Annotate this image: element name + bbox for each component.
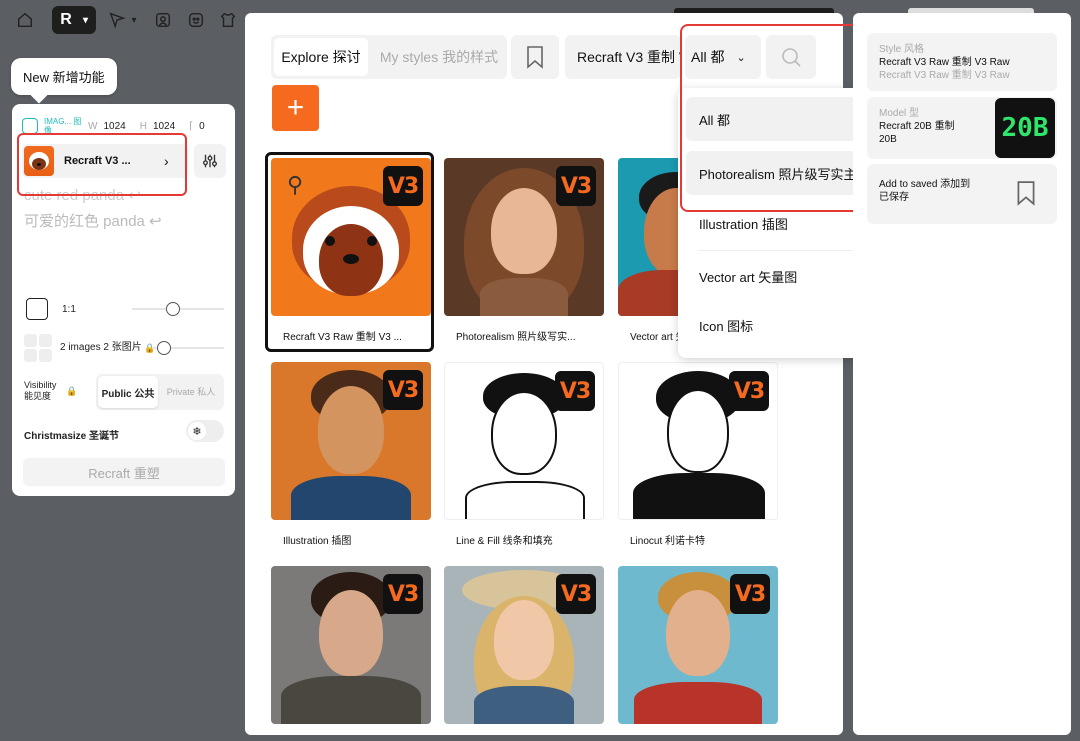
v3-badge: V3 xyxy=(556,574,596,614)
chevron-down-icon: ▾ xyxy=(83,14,89,26)
model-value: Recraft 20B 重制 20B xyxy=(879,121,955,145)
style-card[interactable]: V3 Line & Fill 线条和填充 xyxy=(444,362,604,547)
style-card-image: V3 xyxy=(271,362,431,520)
style-card[interactable]: V3 xyxy=(271,566,431,724)
divider xyxy=(698,250,868,251)
visibility-toggle: Public 公共 Private 私人 xyxy=(96,374,224,410)
cursor-icon[interactable] xyxy=(106,9,128,31)
style-details-panel: Style 风格 Recraft V3 Raw 重制 V3 Raw Recraf… xyxy=(853,13,1071,735)
home-icon[interactable] xyxy=(14,9,36,31)
v3-badge: V3 xyxy=(383,370,423,410)
tab-explore[interactable]: Explore 探讨 xyxy=(274,38,368,76)
height-label: H xyxy=(139,120,147,132)
model-20b-badge: 20B xyxy=(995,98,1055,158)
style-card[interactable]: V3 Illustration 插图 xyxy=(271,362,431,547)
style-value-secondary: Recraft V3 Raw 重制 V3 Raw xyxy=(879,70,1010,81)
style-card[interactable]: V3 Photorealism 照片级写实... xyxy=(444,158,604,343)
highlight-box xyxy=(17,133,187,196)
bookmark-icon xyxy=(1015,180,1037,210)
style-card-caption: Line & Fill 线条和填充 xyxy=(456,536,553,547)
plus-icon: + xyxy=(286,91,305,124)
style-tabs: Explore 探讨 My styles 我的样式 xyxy=(271,35,507,79)
chevron-down-icon[interactable]: ▾ xyxy=(127,9,141,31)
prompt-text-zh[interactable]: 可爱的红色 panda ↩ xyxy=(24,210,162,231)
tab-my-styles[interactable]: My styles 我的样式 xyxy=(375,38,503,76)
logo-menu-button[interactable]: R ▾ xyxy=(52,6,96,34)
image-icon xyxy=(22,118,38,134)
width-label: W xyxy=(88,120,98,132)
image-tool-icon[interactable] xyxy=(152,9,174,31)
style-card[interactable]: V3 xyxy=(618,566,778,724)
aspect-ratio-slider-knob[interactable] xyxy=(166,302,180,316)
image-count-slider-knob[interactable] xyxy=(157,341,171,355)
create-style-button[interactable]: + xyxy=(272,85,319,131)
christmasize-label: Christmasize 圣诞节 xyxy=(24,430,120,442)
selected-card-outline xyxy=(265,152,434,352)
v3-badge: V3 xyxy=(555,371,595,411)
new-feature-tooltip: New 新增功能 xyxy=(11,58,117,95)
style-card-image: V3 xyxy=(271,566,431,724)
add-to-saved-button[interactable]: Add to saved 添加到已保存 xyxy=(867,164,1057,224)
v3-badge: V3 xyxy=(730,574,770,614)
dropdown-item-icon[interactable]: Icon 图标 xyxy=(686,303,880,347)
style-card-image: V3 xyxy=(618,566,778,724)
seed-value[interactable]: 0 xyxy=(199,121,205,132)
dropdown-item-vector-art[interactable]: Vector art 矢量图 xyxy=(686,254,880,298)
v3-badge: V3 xyxy=(729,371,769,411)
add-to-saved-label: Add to saved 添加到已保存 xyxy=(879,179,971,203)
style-card-image: V3 xyxy=(444,566,604,724)
width-value[interactable]: 1024 xyxy=(103,121,125,132)
v3-badge: V3 xyxy=(556,166,596,206)
public-option[interactable]: Public 公共 xyxy=(98,376,158,408)
bookmark-icon xyxy=(527,46,543,69)
christmasize-toggle[interactable]: ❄ xyxy=(186,420,224,442)
snowflake-icon: ❄ xyxy=(188,422,206,440)
sliders-icon xyxy=(203,154,217,168)
style-card[interactable]: V3 xyxy=(444,566,604,724)
sticker-tool-icon[interactable] xyxy=(185,9,207,31)
tooltip-label: New 新增功能 xyxy=(23,70,105,85)
model-filter-value: Recraft V3 重制 V3 xyxy=(577,49,681,65)
style-card-caption: Illustration 插图 xyxy=(283,536,352,547)
style-card-image: V3 xyxy=(618,362,778,520)
style-card-image: V3 xyxy=(444,158,604,316)
visibility-label: Visibility 能见度 xyxy=(24,380,57,401)
model-filter-dropdown[interactable]: Recraft V3 重制 V3 xyxy=(565,35,681,79)
aspect-ratio-icon[interactable] xyxy=(26,298,48,320)
model-info-box[interactable]: Model 型 Recraft 20B 重制 20B 20B xyxy=(867,97,1057,159)
seed-icon: ⌈ xyxy=(189,120,194,132)
mockup-tool-icon[interactable] xyxy=(217,9,239,31)
aspect-ratio-label: 1:1 xyxy=(62,303,76,315)
image-count-icon xyxy=(24,334,52,362)
saved-styles-button[interactable] xyxy=(511,35,559,79)
recraft-logo-icon: R xyxy=(60,11,72,28)
style-card-caption: Linocut 利诺卡特 xyxy=(630,536,706,547)
style-info-box[interactable]: Style 风格 Recraft V3 Raw 重制 V3 Raw Recraf… xyxy=(867,33,1057,91)
style-card-image: V3 xyxy=(444,362,604,520)
style-heading: Style 风格 xyxy=(879,44,925,55)
settings-sliders-button[interactable] xyxy=(194,144,226,178)
v3-badge: V3 xyxy=(383,574,423,614)
height-value[interactable]: 1024 xyxy=(153,121,175,132)
image-count-label: 2 images 2 张图片 xyxy=(60,342,142,353)
style-card-caption: Photorealism 照片级写实... xyxy=(456,332,576,343)
generate-button[interactable]: Recraft 重塑 xyxy=(23,458,225,486)
style-card[interactable]: V3 Linocut 利诺卡特 xyxy=(618,362,778,547)
style-value: Recraft V3 Raw 重制 V3 Raw xyxy=(879,57,1010,68)
lock-icon: 🔒 xyxy=(66,385,78,396)
private-option[interactable]: Private 私人 xyxy=(160,376,222,408)
